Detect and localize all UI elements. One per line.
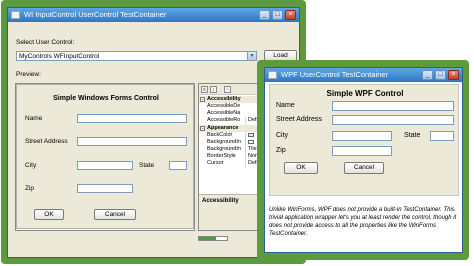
wpf-name-label: Name — [276, 102, 295, 109]
winforms-control: Simple Windows Forms Control Name Street… — [16, 84, 194, 229]
wpf-state-field[interactable] — [430, 131, 454, 141]
wf-ok-button[interactable]: OK — [34, 209, 64, 220]
winforms-control-title: Simple Windows Forms Control — [53, 95, 159, 102]
property-description-title: Accessibility — [202, 198, 239, 204]
preview-panel: Simple Windows Forms Control Name Street… — [15, 83, 195, 231]
wpf-control: Simple WPF Control Name Street Address C… — [269, 84, 459, 196]
wpf-street-field[interactable] — [332, 115, 454, 125]
property-name: BorderStyle — [207, 153, 236, 159]
wpf-city-field[interactable] — [332, 131, 392, 141]
property-pages-icon[interactable]: ▫ — [224, 86, 231, 93]
property-name: Cursor — [207, 160, 224, 166]
categorized-icon[interactable]: ≡ — [201, 86, 208, 93]
wf-city-label: City — [25, 162, 37, 169]
wf-state-label: State — [139, 162, 155, 169]
wf-zip-label: Zip — [25, 185, 35, 192]
preview-label: Preview: — [16, 71, 41, 78]
wf-name-field[interactable] — [77, 114, 187, 123]
property-name: BackgroundIn — [207, 146, 241, 152]
close-button[interactable]: × — [285, 10, 296, 20]
window-icon — [268, 71, 277, 79]
close-button[interactable]: × — [448, 70, 459, 80]
minimize-button[interactable]: _ — [259, 10, 270, 20]
user-control-select-value: MyControls WFInputControl — [19, 53, 100, 60]
wpf-cancel-button[interactable]: Cancel — [344, 162, 384, 174]
property-name: AccessibleNa — [207, 110, 241, 116]
wpf-name-field[interactable] — [332, 101, 454, 111]
alphabetical-icon[interactable]: ↕ — [210, 86, 217, 93]
wf-name-label: Name — [25, 115, 43, 122]
minimize-button[interactable]: _ — [422, 70, 433, 80]
wpf-zip-field[interactable] — [332, 146, 392, 156]
user-control-select[interactable]: MyControls WFInputControl ▼ — [16, 51, 257, 61]
chevron-down-icon[interactable]: ▼ — [247, 52, 256, 60]
collapse-icon[interactable]: − — [200, 126, 205, 131]
wf-street-field[interactable] — [77, 137, 187, 146]
property-name: BackgroundIn — [207, 139, 241, 145]
wf-cancel-button[interactable]: Cancel — [94, 209, 136, 220]
wf-state-field[interactable] — [169, 161, 187, 170]
wf-zip-field[interactable] — [77, 184, 133, 193]
wpf-state-label: State — [404, 132, 421, 139]
wpf-control-title: Simple WPF Control — [326, 89, 404, 98]
maximize-button[interactable]: □ — [435, 70, 446, 80]
maximize-button[interactable]: □ — [272, 10, 283, 20]
progress-bar — [198, 236, 228, 241]
wpf-ok-button[interactable]: OK — [284, 162, 318, 174]
wf-street-label: Street Address — [25, 138, 68, 145]
window-icon — [11, 11, 20, 19]
wpf-zip-label: Zip — [276, 147, 286, 154]
wpf-street-label: Street Address — [276, 116, 322, 123]
wpf-window-titlebar[interactable]: WPF UserControl TestContainer _ □ × — [265, 68, 462, 82]
image-swatch-icon — [248, 139, 254, 144]
color-swatch-icon — [248, 132, 254, 137]
main-window-title: WI InputControl UserControl TestContaine… — [24, 10, 167, 19]
collapse-icon[interactable]: − — [200, 97, 205, 102]
wpf-window-title: WPF UserControl TestContainer — [281, 70, 388, 79]
progress-bar-fill — [199, 237, 216, 240]
wpf-city-label: City — [276, 132, 289, 139]
property-name: BackColor — [207, 132, 233, 138]
property-name: AccessibleDe — [207, 103, 241, 109]
wpf-note-text: Unlike WinForms, WPF does not provide a … — [269, 207, 457, 237]
wf-city-field[interactable] — [77, 161, 133, 170]
main-window-titlebar[interactable]: WI InputControl UserControl TestContaine… — [8, 8, 299, 22]
wpf-window: WPF UserControl TestContainer _ □ × Simp… — [264, 67, 463, 253]
property-name: AccessibleRo — [207, 117, 241, 123]
select-user-control-label: Select User Control: — [16, 39, 75, 46]
